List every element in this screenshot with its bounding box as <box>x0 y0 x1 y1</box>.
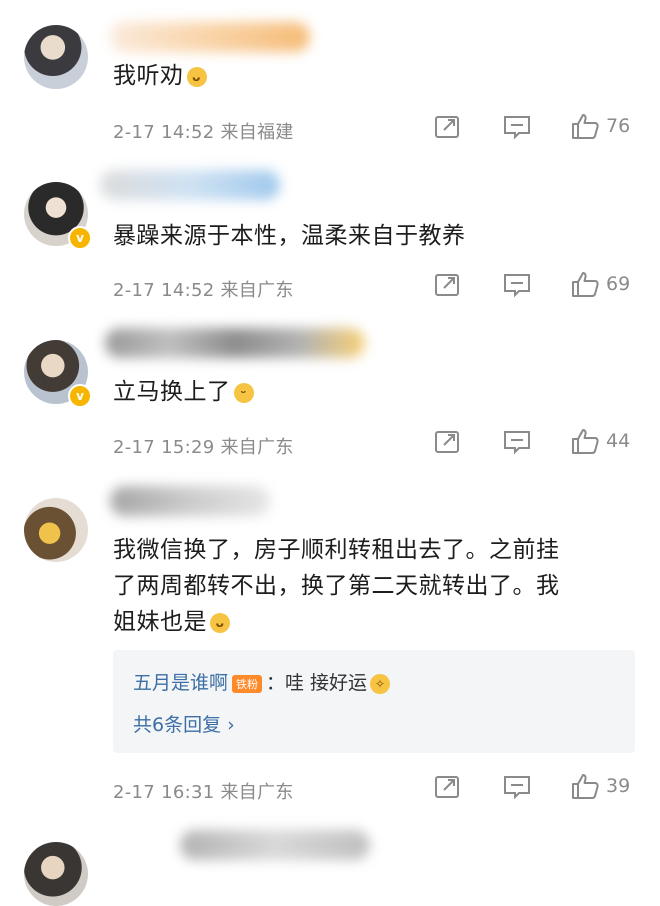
grin-emoji-icon: ᵕ <box>233 382 254 403</box>
like-count: 44 <box>606 430 631 452</box>
share-icon <box>435 116 459 138</box>
username-blurred[interactable] <box>110 22 310 52</box>
avatar[interactable] <box>24 25 88 89</box>
comment-item: 我微信换了，房子顺利转租出去了。之前挂 了两周都转不出，换了第二天就转出了。我 … <box>0 480 660 820</box>
comment-item: 我听劝 ᴗ 2-17 14:52 来自福建 76 <box>0 0 660 160</box>
like-icon <box>572 774 599 799</box>
comment-location: 来自广东 <box>220 280 294 301</box>
avatar[interactable] <box>24 842 88 906</box>
view-all-replies-link[interactable]: 共6条回复 › <box>133 710 235 737</box>
comment-text-content: 立马换上了 <box>113 379 231 405</box>
comment-location: 来自福建 <box>220 122 294 143</box>
username-blurred[interactable] <box>180 830 370 860</box>
comment-text-line: 了两周都转不出，换了第二天就转出了。我 <box>113 573 560 599</box>
like-count: 69 <box>606 273 631 295</box>
like-icon <box>572 114 599 139</box>
avatar[interactable] <box>24 498 88 562</box>
comment-time: 2-17 15:29 <box>113 437 215 458</box>
comment-item <box>0 820 660 906</box>
comment-icon <box>504 431 530 455</box>
verified-badge-icon: v <box>68 384 92 408</box>
comment-icon <box>504 776 530 800</box>
share-icon <box>435 431 459 453</box>
comment-text-content: 我听劝 <box>113 63 184 89</box>
like-button[interactable]: 39 <box>570 772 630 800</box>
reply-preview[interactable]: 五月是谁啊 铁粉 ：哇 接好运 ✧ 共6条回复 › <box>113 650 635 753</box>
comment-time: 2-17 14:52 <box>113 122 215 143</box>
like-count: 76 <box>606 115 631 137</box>
comment-button[interactable] <box>502 114 532 140</box>
share-button[interactable] <box>433 114 461 140</box>
comment-text-content: 暴躁来源于本性，温柔来自于教养 <box>113 223 466 249</box>
comment-text: 暴躁来源于本性，温柔来自于教养 <box>113 218 636 254</box>
share-icon <box>435 776 459 798</box>
comment-time: 2-17 14:52 <box>113 280 215 301</box>
comment-icon <box>504 116 530 140</box>
reply-line: 五月是谁啊 铁粉 ：哇 接好运 ✧ <box>133 668 391 695</box>
comment-item: v 暴躁来源于本性，温柔来自于教养 2-17 14:52 来自广东 69 <box>0 160 660 320</box>
comment-meta: 2-17 15:29 来自广东 <box>113 433 294 459</box>
reply-username[interactable]: 五月是谁啊 <box>133 672 228 694</box>
comment-text: 我微信换了，房子顺利转租出去了。之前挂 了两周都转不出，换了第二天就转出了。我 … <box>113 532 636 640</box>
comment-text: 立马换上了 ᵕ <box>113 374 636 410</box>
smirk-emoji-icon: ᴗ <box>186 66 207 87</box>
share-icon <box>435 274 459 296</box>
comment-meta: 2-17 16:31 来自广东 <box>113 778 294 804</box>
like-count: 39 <box>606 775 631 797</box>
share-button[interactable] <box>433 272 461 298</box>
lucky-emoji-icon: ✧ <box>370 673 391 694</box>
username-blurred[interactable] <box>105 328 365 358</box>
comment-button[interactable] <box>502 774 532 800</box>
like-button[interactable]: 44 <box>570 427 630 455</box>
comment-icon <box>504 274 530 298</box>
verified-badge-icon: v <box>68 226 92 250</box>
like-icon <box>572 272 599 297</box>
comment-location: 来自广东 <box>220 437 294 458</box>
comment-button[interactable] <box>502 429 532 455</box>
smirk-emoji-icon: ᴗ <box>210 612 230 633</box>
reply-text: ：哇 接好运 <box>266 672 368 694</box>
like-icon <box>572 429 599 454</box>
comment-time: 2-17 16:31 <box>113 782 215 803</box>
share-button[interactable] <box>433 429 461 455</box>
fan-badge: 铁粉 <box>232 674 263 693</box>
share-button[interactable] <box>433 774 461 800</box>
like-button[interactable]: 76 <box>570 112 630 140</box>
username-blurred[interactable] <box>100 170 280 200</box>
comment-text: 我听劝 ᴗ <box>113 58 636 94</box>
comment-meta: 2-17 14:52 来自广东 <box>113 276 294 302</box>
like-button[interactable]: 69 <box>570 270 630 298</box>
comment-text-line: 姐妹也是 <box>113 609 207 635</box>
comment-item: v 立马换上了 ᵕ 2-17 15:29 来自广东 44 <box>0 320 660 480</box>
comment-button[interactable] <box>502 272 532 298</box>
comment-meta: 2-17 14:52 来自福建 <box>113 118 294 144</box>
comment-location: 来自广东 <box>220 782 294 803</box>
comment-text-line: 我微信换了，房子顺利转租出去了。之前挂 <box>113 537 560 563</box>
username-blurred[interactable] <box>110 486 270 516</box>
